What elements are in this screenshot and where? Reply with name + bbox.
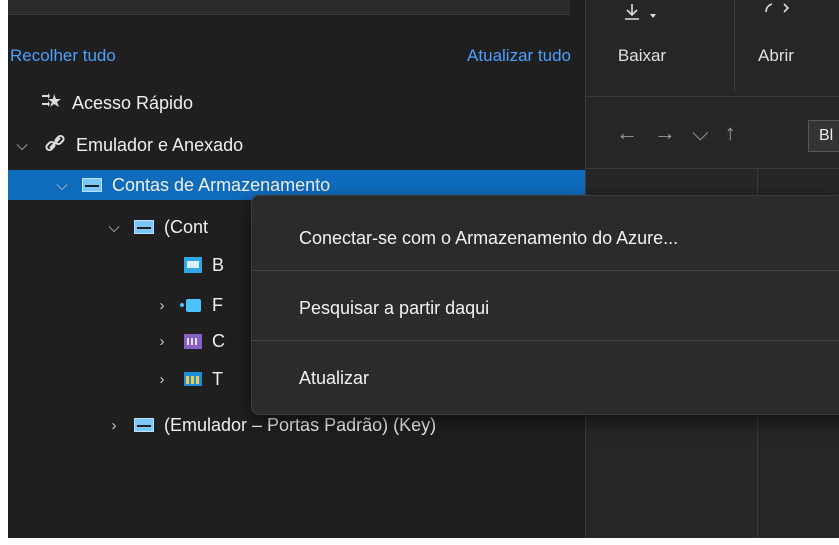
context-menu: Conectar-se com o Armazenamento do Azure… xyxy=(251,195,839,415)
chevron-right-icon[interactable]: › xyxy=(152,333,172,350)
column-header-divider xyxy=(586,168,839,169)
chevron-down-icon[interactable]: ⌵ xyxy=(12,137,32,154)
chevron-down-icon[interactable]: ⌵ xyxy=(104,219,124,236)
download-button[interactable]: Baixar xyxy=(588,0,696,92)
chevron-right-icon[interactable]: › xyxy=(152,297,172,314)
storage-account-icon xyxy=(134,418,154,432)
file-share-icon xyxy=(184,333,202,349)
tree-item-label: Contas de Armazenamento xyxy=(112,174,331,195)
forward-icon[interactable]: → xyxy=(654,120,692,145)
blob-container-icon xyxy=(184,257,202,273)
tree-item-label: F xyxy=(212,294,223,315)
open-icon xyxy=(765,3,790,13)
download-icon xyxy=(625,4,656,20)
tree-item-label: Acesso Rápido xyxy=(72,92,194,113)
tree-item-label: (Emulador – Portas Padrão) (Key) xyxy=(164,414,437,435)
open-label: Abrir xyxy=(758,46,794,65)
tree-item-emulator-attached[interactable]: ⌵ Emulador e Anexado xyxy=(8,130,589,160)
ribbon-divider xyxy=(586,96,839,97)
chevron-down-icon[interactable]: ⌵ xyxy=(52,177,72,194)
window-edge xyxy=(0,0,8,545)
menu-item-search-from-here[interactable]: Pesquisar a partir daqui xyxy=(299,298,489,319)
download-label: Baixar xyxy=(617,46,667,65)
chevron-right-icon[interactable]: › xyxy=(152,371,172,388)
tree-item-quick-access[interactable]: Acesso Rápido xyxy=(8,88,617,118)
collapse-all-link[interactable]: Recolher tudo xyxy=(10,46,116,66)
refresh-all-link[interactable]: Atualizar tudo xyxy=(467,46,571,66)
tree-item-label: (Cont xyxy=(164,216,209,237)
up-icon[interactable]: ↑ xyxy=(725,120,752,145)
table-icon xyxy=(184,372,202,386)
storage-account-icon xyxy=(82,178,102,192)
quick-access-icon xyxy=(40,91,62,116)
queue-icon xyxy=(180,298,202,312)
back-icon[interactable]: ← xyxy=(616,120,654,145)
navigation-buttons: ←→⌵↑ xyxy=(616,120,752,146)
storage-account-icon xyxy=(134,220,154,234)
chevron-down-icon[interactable]: ⌵ xyxy=(692,120,725,145)
menu-item-refresh[interactable]: Atualizar xyxy=(299,368,369,389)
tree-item-label: C xyxy=(212,330,225,351)
open-button[interactable]: Abrir xyxy=(736,0,816,92)
tree-item-label: Emulador e Anexado xyxy=(76,134,244,155)
link-icon xyxy=(44,132,66,159)
chevron-right-icon[interactable]: › xyxy=(104,417,124,434)
menu-item-connect[interactable]: Conectar-se com o Armazenamento do Azure… xyxy=(299,228,678,249)
toolbar-divider xyxy=(734,0,735,92)
tree-item-label: B xyxy=(212,254,225,275)
window-edge-bottom xyxy=(0,538,839,545)
search-input[interactable] xyxy=(8,0,570,15)
menu-separator xyxy=(252,270,839,271)
tree-item-label: T xyxy=(212,368,223,389)
path-bar[interactable]: Bl xyxy=(808,120,839,152)
menu-separator xyxy=(252,340,839,341)
